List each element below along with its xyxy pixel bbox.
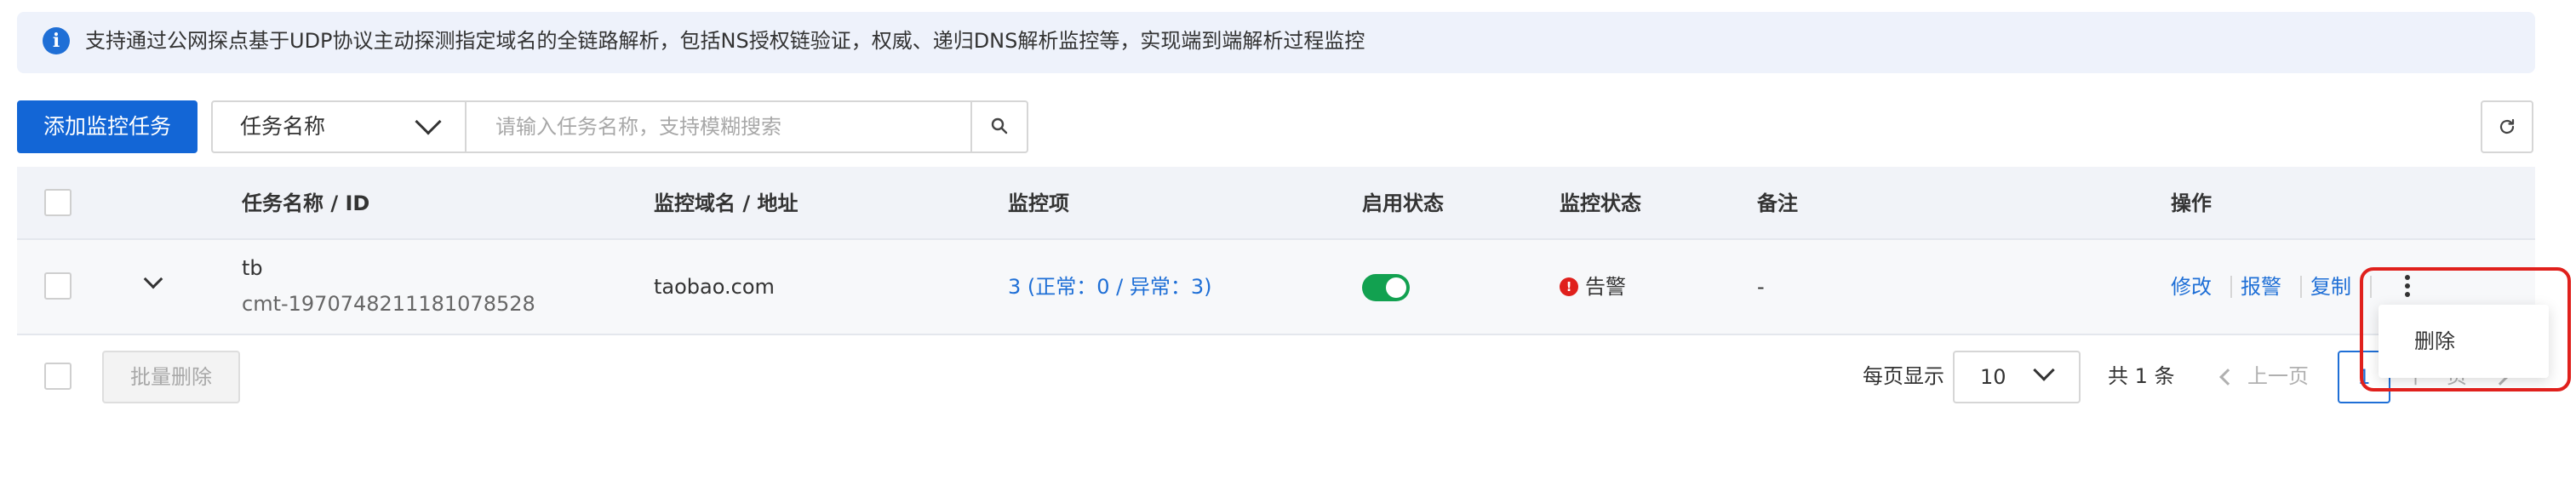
column-header-name: 任务名称 / ID	[242, 191, 370, 215]
per-page-label: 每页显示	[1863, 364, 1944, 388]
column-header-items: 监控项	[1008, 191, 1069, 215]
highlight-box	[2360, 267, 2571, 391]
search-input[interactable]	[468, 102, 970, 151]
task-id: cmt-1970748211181078528	[242, 292, 535, 316]
search-button[interactable]	[970, 102, 1027, 151]
column-header-enabled: 启用状态	[1362, 191, 1444, 215]
expand-chevron-icon[interactable]	[143, 269, 163, 289]
column-header-remark: 备注	[1757, 191, 1798, 215]
add-task-button[interactable]: 添加监控任务	[17, 100, 197, 153]
select-all-checkbox[interactable]	[44, 189, 72, 216]
task-name: tb	[242, 256, 263, 280]
prev-page-button[interactable]: 上一页	[2247, 361, 2309, 391]
edit-link[interactable]: 修改	[2171, 272, 2212, 301]
enabled-toggle[interactable]	[1362, 274, 1410, 301]
toggle-knob	[1386, 277, 1406, 298]
batch-delete-button[interactable]: 批量删除	[102, 351, 240, 403]
remark: -	[1757, 275, 1765, 299]
copy-link[interactable]: 复制	[2310, 272, 2351, 301]
page-size-select[interactable]: 10	[1953, 351, 2081, 403]
action-divider	[2300, 276, 2302, 298]
task-domain: taobao.com	[654, 275, 775, 299]
table-row: tb cmt-1970748211181078528 taobao.com 3 …	[17, 240, 2535, 335]
alert-icon: !	[1560, 277, 1578, 296]
chevron-left-icon	[2219, 369, 2236, 386]
alarm-link[interactable]: 报警	[2241, 272, 2281, 301]
action-divider	[2230, 276, 2232, 298]
monitor-items-link[interactable]: 3 (正常：0 / 异常：3)	[1008, 272, 1212, 301]
footer-select-all-checkbox[interactable]	[44, 363, 72, 390]
info-icon: i	[43, 27, 70, 54]
chevron-down-icon	[2033, 359, 2055, 381]
column-header-domain: 监控域名 / 地址	[654, 191, 799, 215]
filter-field-select[interactable]: 任务名称	[213, 102, 467, 151]
column-header-status: 监控状态	[1560, 191, 1641, 215]
column-header-actions: 操作	[2171, 191, 2212, 215]
search-icon	[991, 117, 1008, 134]
filter-field-label: 任务名称	[240, 114, 326, 139]
chevron-down-icon	[415, 108, 442, 135]
search-group: 任务名称	[211, 100, 1028, 153]
refresh-icon	[2499, 118, 2515, 134]
row-checkbox[interactable]	[44, 272, 72, 300]
monitor-status: 告警	[1585, 275, 1626, 299]
refresh-button[interactable]	[2481, 100, 2533, 153]
total-count: 共 1 条	[2108, 364, 2175, 388]
table-header: 任务名称 / ID 监控域名 / 地址 监控项 启用状态 监控状态 备注 操作	[17, 167, 2535, 240]
page-size-value: 10	[1980, 365, 2006, 389]
banner-text: 支持通过公网探点基于UDP协议主动探测指定域名的全链路解析，包括NS授权链验证，…	[85, 29, 1365, 53]
